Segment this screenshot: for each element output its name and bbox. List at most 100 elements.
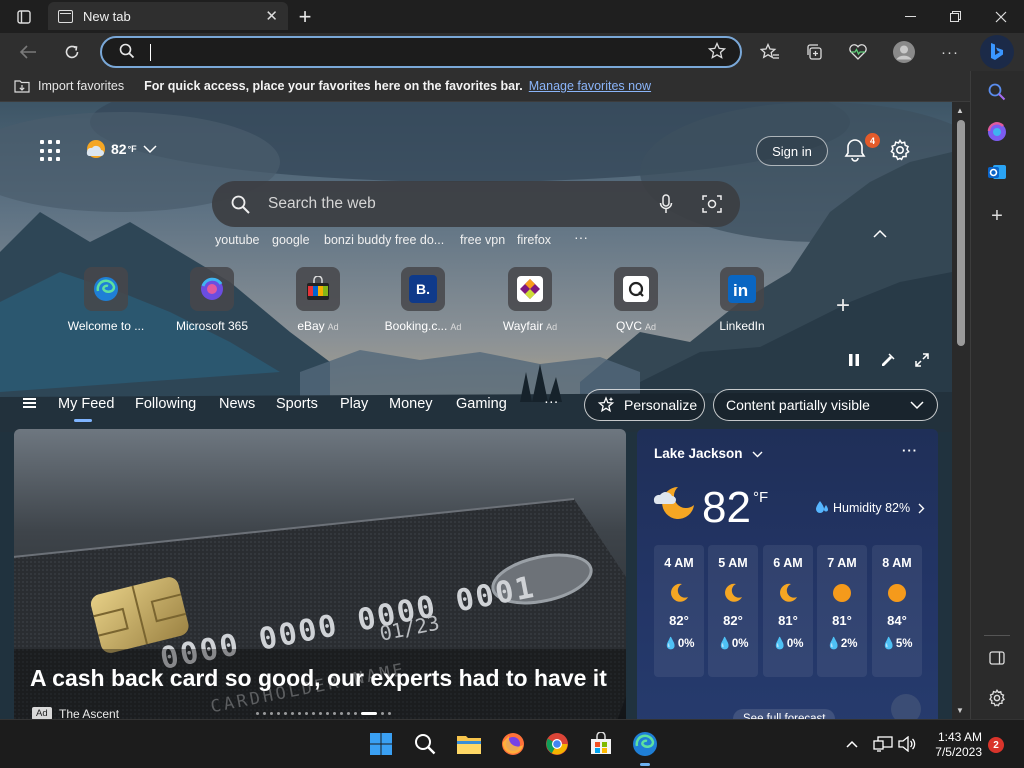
weather-map-icon[interactable] — [891, 694, 921, 719]
firefox-icon[interactable] — [499, 730, 527, 758]
hourly-forecast-item[interactable]: 4 AM 82° 💧0% — [654, 545, 704, 677]
profile-avatar[interactable] — [891, 39, 917, 65]
search-suggestion[interactable]: firefox — [517, 233, 551, 247]
personalize-button[interactable]: Personalize — [584, 389, 705, 421]
page-scrollbar[interactable]: ▲ ▼ — [952, 102, 970, 719]
expand-icon[interactable] — [914, 352, 930, 368]
menu-hamburger-icon[interactable] — [23, 398, 36, 408]
weather-card[interactable]: Lake Jackson ··· 82 °F Humidity 82% 4 AM… — [637, 429, 938, 719]
microsoft-store-icon[interactable] — [587, 730, 615, 758]
performance-heart-icon[interactable] — [845, 39, 871, 65]
refresh-icon[interactable] — [58, 39, 86, 65]
search-suggestion[interactable]: youtube — [215, 233, 259, 247]
quick-link-tile[interactable]: QVC Ad — [584, 267, 688, 333]
volume-icon[interactable] — [893, 730, 921, 758]
quick-link-tile[interactable]: Microsoft 365 — [160, 267, 264, 333]
quick-link-tile[interactable]: Wayfair Ad — [478, 267, 582, 333]
bing-copilot-icon[interactable] — [980, 35, 1014, 69]
scrollbar-thumb[interactable] — [957, 120, 965, 346]
weather-location-label: Lake Jackson — [654, 446, 743, 461]
visual-search-icon[interactable] — [702, 194, 722, 219]
favorite-star-icon[interactable] — [707, 41, 727, 65]
weather-location[interactable]: Lake Jackson — [654, 446, 763, 461]
sidebar-hide-icon[interactable] — [984, 645, 1010, 671]
close-tab-icon[interactable]: ✕ — [265, 7, 278, 25]
clock-date: 7/5/2023 — [935, 745, 982, 759]
manage-favorites-link[interactable]: Manage favorites now — [529, 79, 651, 93]
notifications-bell-icon[interactable]: 4 — [844, 133, 880, 164]
sign-in-button[interactable]: Sign in — [756, 136, 828, 166]
feed-tab-sports[interactable]: Sports — [276, 396, 318, 412]
chrome-icon[interactable] — [543, 730, 571, 758]
weather-more-icon[interactable]: ··· — [902, 443, 918, 458]
minimize-button[interactable] — [898, 0, 922, 33]
hourly-forecast-item[interactable]: 6 AM 81° 💧0% — [763, 545, 813, 677]
carousel-dots[interactable] — [256, 712, 391, 715]
sidebar-search-icon[interactable] — [984, 79, 1010, 105]
apps-launcher-icon[interactable] — [40, 140, 62, 162]
background-edit-icon[interactable] — [880, 352, 896, 368]
search-icon — [119, 43, 135, 64]
content-visibility-dropdown[interactable]: Content partially visible — [713, 389, 938, 421]
chevron-down-icon — [752, 451, 763, 458]
hero-headline[interactable]: A cash back card so good, our experts ha… — [30, 665, 607, 692]
content-visibility-label: Content partially visible — [726, 397, 870, 413]
quick-link-tile[interactable]: Welcome to ... — [54, 267, 158, 333]
humidity-link[interactable]: Humidity 82% — [815, 500, 925, 516]
tab-actions-icon[interactable] — [12, 0, 36, 33]
hero-source[interactable]: The Ascent — [59, 707, 119, 719]
edge-taskbar-icon[interactable] — [631, 730, 659, 766]
feed-tab-money[interactable]: Money — [389, 396, 433, 412]
windows-start-icon[interactable] — [367, 730, 395, 758]
collections-icon[interactable] — [801, 39, 827, 65]
sidebar-add-icon[interactable]: + — [984, 203, 1010, 229]
feed-more-icon[interactable]: ··· — [544, 394, 559, 410]
quick-link-tile[interactable]: in LinkedIn — [690, 267, 794, 333]
more-suggestions-icon[interactable]: ··· — [574, 229, 588, 245]
see-full-forecast-button[interactable]: See full forecast — [733, 709, 836, 719]
web-search-box[interactable]: Search the web — [212, 181, 740, 227]
taskbar-search-icon[interactable] — [411, 730, 439, 758]
page-settings-gear-icon[interactable] — [889, 139, 911, 161]
sidebar-copilot-icon[interactable] — [984, 119, 1010, 145]
add-site-button[interactable]: + — [836, 292, 850, 320]
file-explorer-icon[interactable] — [455, 730, 483, 758]
feed-tab-news[interactable]: News — [219, 396, 255, 412]
system-clock[interactable]: 1:43 AM 7/5/2023 — [928, 730, 982, 760]
show-hidden-icons-chevron-icon[interactable] — [838, 730, 866, 758]
feed-tab-following[interactable]: Following — [135, 396, 196, 412]
notification-center-badge[interactable]: 2 — [988, 737, 1004, 753]
feed-tab-play[interactable]: Play — [340, 396, 368, 412]
hourly-forecast-item[interactable]: 5 AM 82° 💧0% — [708, 545, 758, 677]
close-window-button[interactable] — [989, 0, 1013, 33]
scroll-down-icon[interactable]: ▼ — [956, 706, 964, 715]
quick-link-tile[interactable]: eBay Ad — [266, 267, 370, 333]
search-suggestion[interactable]: google — [272, 233, 310, 247]
microphone-icon[interactable] — [659, 194, 673, 219]
pause-icon[interactable] — [846, 352, 862, 368]
sidebar-settings-gear-icon[interactable] — [984, 685, 1010, 711]
hourly-forecast-item[interactable]: 8 AM 84° 💧5% — [872, 545, 922, 677]
search-suggestion[interactable]: free vpn — [460, 233, 505, 247]
restore-button[interactable] — [943, 0, 967, 33]
more-icon[interactable]: ··· — [937, 39, 963, 65]
import-favorites-button[interactable]: Import favorites — [14, 79, 124, 93]
collapse-chevron-icon[interactable] — [873, 227, 887, 241]
hourly-forecast-item[interactable]: 7 AM 81° 💧2% — [817, 545, 867, 677]
back-icon[interactable] — [14, 39, 42, 65]
hero-ad-card[interactable]: 0000 0000 0000 0001 01/23 CARDHOLDER NAM… — [14, 429, 626, 719]
weather-chip[interactable]: 82 °F — [84, 138, 157, 160]
tab-new-tab[interactable]: New tab ✕ — [48, 2, 288, 30]
search-suggestion[interactable]: bonzi buddy free do... — [324, 233, 444, 247]
feed-tab-my-feed[interactable]: My Feed — [58, 396, 114, 412]
address-bar[interactable] — [100, 36, 742, 68]
new-tab-button[interactable]: + — [292, 0, 318, 33]
sidebar-divider — [984, 635, 1010, 636]
sidebar-outlook-icon[interactable] — [984, 159, 1010, 185]
scroll-up-icon[interactable]: ▲ — [956, 106, 964, 115]
chevron-down-icon — [143, 145, 157, 154]
feed-tab-gaming[interactable]: Gaming — [456, 396, 507, 412]
quick-link-tile[interactable]: B. Booking.c... Ad — [371, 267, 475, 333]
search-placeholder[interactable]: Search the web — [268, 195, 376, 213]
favorites-icon[interactable] — [757, 39, 783, 65]
